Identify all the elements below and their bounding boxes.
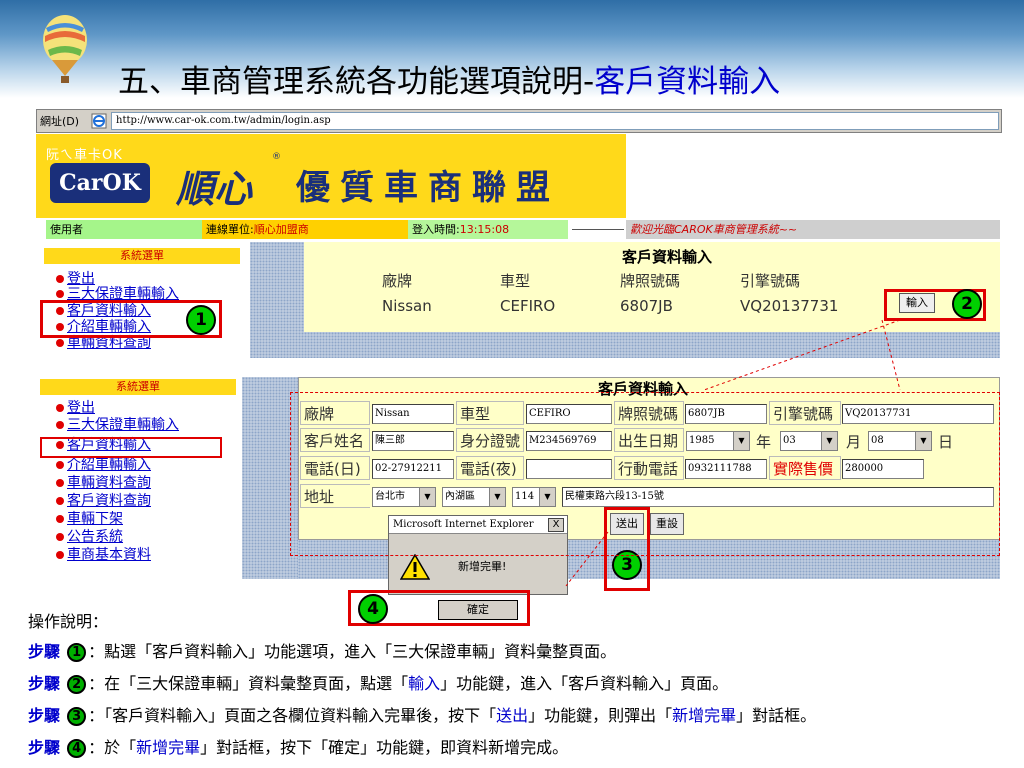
welcome-message: 歡迎光臨CAROK車商管理系統~~ [626,220,1000,239]
cell-engine: VQ20137731 [740,297,839,315]
alliance-title: 優質車商聯盟 [296,168,560,208]
step-badge-1: 1 [186,305,216,335]
registered-mark: ® [272,152,281,162]
panel-title: 客戶資料輸入 [622,248,713,266]
url-input[interactable]: http://www.car-ok.com.tw/admin/login.asp [111,112,999,130]
brand-name: 順心 [176,166,253,211]
instruction-step-3: 步驟 3 ：「客戶資料輸入」頁面之各欄位資料輸入完畢後，按下「送出」功能鍵，則彈出… [28,706,817,726]
system-menu-bottom: 系統選單 登出 三大保證車輛輸入 客戶資料輸入 介紹車輛輸入 車輛資料查詢 客戶… [36,377,242,579]
menu-item-vehicle-delist[interactable]: 車輛下架 [56,512,123,527]
menu-item-intro-input[interactable]: 介紹車輛輸入 [56,458,151,473]
cell-plate: 6807JB [620,297,673,315]
connector-line-dialog [565,531,609,587]
status-divider [572,229,624,230]
menu-item-logout[interactable]: 登出 [56,401,95,416]
instruction-step-4: 步驟 4 ：於「新增完畢」對話框，按下「確定」功能鍵，即資料新增完成。 [28,738,569,758]
step-badge-4: 4 [358,594,388,624]
menu-header: 系統選單 [40,379,236,395]
menu-header: 系統選單 [44,248,240,264]
menu-item-vehicle-query[interactable]: 車輛資料查詢 [56,336,151,351]
ie-page-icon [91,113,107,129]
form-dashed-outline [290,392,1000,556]
connector-lines [703,319,901,391]
menu-item-vehicle-query[interactable]: 車輛資料查詢 [56,476,151,491]
carok-logo: CarOK [50,163,150,203]
col-header-plate: 牌照號碼 [620,272,681,290]
menu-item-logout[interactable]: 登出 [56,272,95,287]
cell-brand: Nissan [382,297,432,315]
warning-icon [400,554,430,580]
menu-item-announcement[interactable]: 公告系統 [56,530,123,545]
menu-item-customer-query[interactable]: 客戶資料查詢 [56,494,151,509]
logo-tagline: 阮ㄟ車卡OK [46,148,123,163]
menu-item-dealer-info[interactable]: 車商基本資料 [56,548,151,563]
menu-item-guarantee-input[interactable]: 三大保證車輛輸入 [56,418,179,433]
step-badge-2: 2 [952,289,982,319]
cell-model: CEFIRO [500,297,556,315]
dotted-spacer [250,242,304,358]
instruction-step-2: 步驟 2 ：在「三大保證車輛」資料彙整頁面，點選「輸入」功能鍵，進入「客戶資料輸入… [28,674,729,694]
col-header-model: 車型 [500,272,531,290]
user-label: 使用者 [46,220,202,239]
browser-address-bar: 網址(D) http://www.car-ok.com.tw/admin/log… [36,109,1002,133]
instruction-step-1: 步驟 1 ：點選「客戶資料輸入」功能選項，進入「三大保證車輛」資料彙整頁面。 [28,642,617,662]
col-header-engine: 引擎號碼 [740,272,801,290]
slide-title: 五、車商管理系統各功能選項說明-客戶資料輸入 [118,64,781,100]
col-header-brand: 廠牌 [382,272,413,290]
dialog-message: 新增完畢! [458,560,507,573]
address-label: 網址(D) [40,115,80,128]
hot-air-balloon-icon [43,15,87,83]
highlight-box-menu [40,437,222,458]
connection-unit: 連線單位:順心加盟商 [202,220,408,239]
login-time: 登入時間:13:15:08 [408,220,568,239]
instructions-title: 操作說明： [28,612,109,631]
